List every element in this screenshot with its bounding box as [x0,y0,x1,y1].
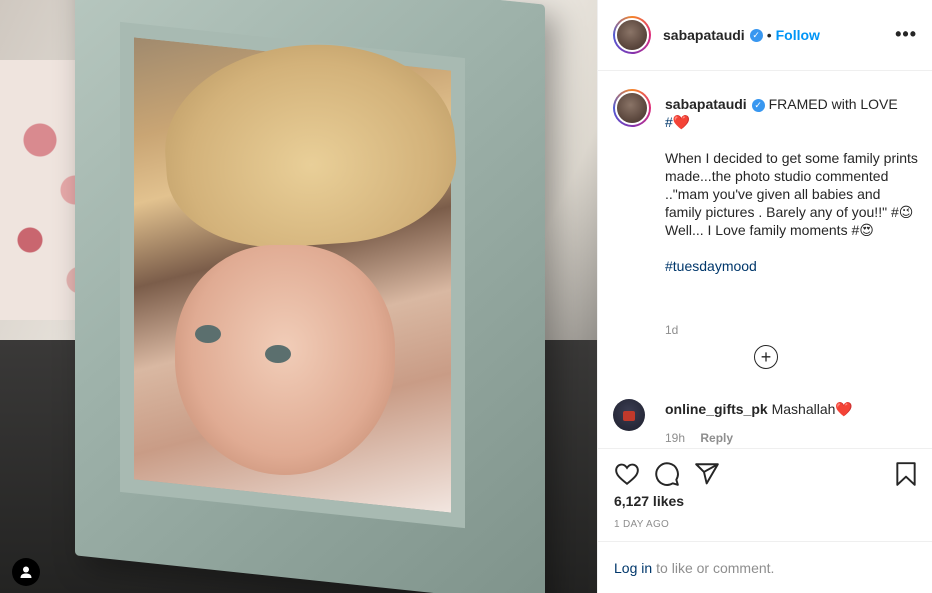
comment-meta: 19h Reply [665,431,733,445]
author-avatar[interactable] [613,16,651,54]
post-date: 1 DAY AGO [614,519,670,530]
caption-heart-hashtag[interactable]: #❤️ [665,114,690,130]
child-eye-left [195,325,221,343]
comment-icon[interactable] [654,461,680,487]
tagged-users-button[interactable] [12,558,40,586]
likes-count[interactable]: 6,127 likes [614,493,684,509]
more-options-icon[interactable]: ••• [895,24,917,45]
login-link[interactable]: Log in [614,560,652,576]
post-header: sabapataudi ✓ • Follow ••• [598,0,932,71]
add-comment-icon[interactable]: + [754,345,778,369]
caption-paragraph: When I decided to get some family prints… [665,150,918,220]
share-icon[interactable] [694,461,720,487]
child-eye-right [265,345,291,363]
caption-username[interactable]: sabapataudi [665,96,747,112]
author-username[interactable]: sabapataudi [663,27,745,43]
separator-dot: • [766,27,772,43]
comment-text-row: online_gifts_pk Mashallah❤️ [665,401,853,418]
comments-section: sabapataudi ✓ FRAMED with LOVE #❤️ When I… [598,71,932,448]
caption-line-3: Well... I Love family moments #😍 [665,222,874,238]
follow-button[interactable]: Follow [776,27,820,43]
comment-text: Mashallah❤️ [771,401,853,417]
post-sidebar: sabapataudi ✓ • Follow ••• sabapataudi ✓ … [597,0,932,593]
caption-line-1: FRAMED with LOVE [768,96,898,112]
reply-button[interactable]: Reply [700,431,733,445]
bookmark-icon[interactable] [893,461,919,487]
post-image[interactable] [0,0,597,593]
caption-body: sabapataudi ✓ FRAMED with LOVE #❤️ When I… [665,95,918,275]
verified-badge-icon: ✓ [751,98,765,112]
comment-item: online_gifts_pk Mashallah❤️ 19h Reply [613,397,918,448]
comment-time: 19h [665,431,686,445]
hashtag-link[interactable]: #tuesdaymood [665,258,757,274]
verified-badge-icon: ✓ [749,28,763,42]
login-prompt-text: to like or comment. [656,559,775,576]
caption-time: 1d [665,323,679,337]
commenter-username[interactable]: online_gifts_pk [665,401,768,417]
login-prompt: Log in to like or comment. [598,541,932,593]
action-bar [598,448,932,494]
commenter-avatar[interactable] [613,399,645,431]
user-icon [20,566,32,578]
caption-author-avatar[interactable] [613,89,651,127]
heart-icon[interactable] [614,461,640,487]
